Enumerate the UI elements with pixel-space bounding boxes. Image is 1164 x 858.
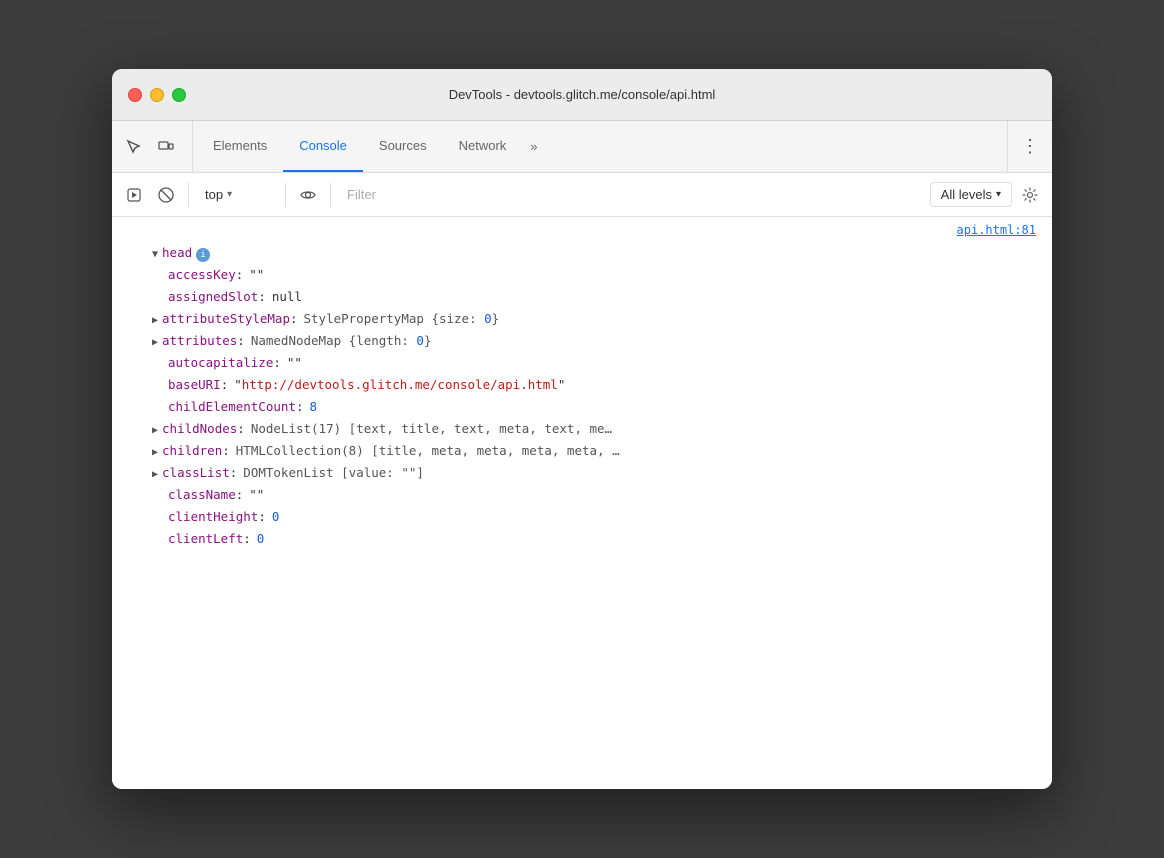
tabbar: Elements Console Sources Network » ⋮ — [112, 121, 1052, 173]
toolbar-separator-1 — [188, 183, 189, 207]
devtools-menu-button[interactable]: ⋮ — [1016, 133, 1044, 161]
file-reference[interactable]: api.html:81 — [112, 217, 1052, 242]
minimize-button[interactable] — [150, 88, 164, 102]
context-selector[interactable]: top ▾ — [197, 183, 277, 206]
filter-input[interactable] — [339, 183, 926, 206]
console-content: api.html:81 head i accessKey : "" assign… — [112, 217, 1052, 789]
attributes-expand[interactable] — [152, 335, 158, 351]
toolbar-separator-3 — [330, 183, 331, 207]
head-expand-arrow[interactable] — [152, 247, 158, 263]
head-label: head — [162, 243, 192, 263]
prop-clientLeft: clientLeft : 0 — [112, 528, 1052, 550]
prop-childNodes[interactable]: childNodes : NodeList(17) [text, title, … — [112, 418, 1052, 440]
prop-className: className : "" — [112, 484, 1052, 506]
prop-autocapitalize: autocapitalize : "" — [112, 352, 1052, 374]
children-expand[interactable] — [152, 445, 158, 461]
clear-console-button[interactable] — [152, 181, 180, 209]
prop-accessKey: accessKey : "" — [112, 264, 1052, 286]
tab-right-controls: ⋮ — [1007, 121, 1044, 172]
live-expressions-button[interactable] — [294, 181, 322, 209]
classList-expand[interactable] — [152, 467, 158, 483]
tab-more-button[interactable]: » — [522, 121, 545, 172]
console-toolbar: top ▾ All levels ▾ — [112, 173, 1052, 217]
prop-baseURI: baseURI : "http://devtools.glitch.me/con… — [112, 374, 1052, 396]
tab-console[interactable]: Console — [283, 121, 363, 172]
toolbar-separator-2 — [285, 183, 286, 207]
context-selector-arrow: ▾ — [227, 189, 232, 200]
maximize-button[interactable] — [172, 88, 186, 102]
tab-elements[interactable]: Elements — [197, 121, 283, 172]
prop-children[interactable]: children : HTMLCollection(8) [title, met… — [112, 440, 1052, 462]
prop-attributeStyleMap[interactable]: attributeStyleMap : StylePropertyMap {si… — [112, 308, 1052, 330]
inspect-element-button[interactable] — [120, 133, 148, 161]
traffic-lights — [128, 88, 186, 102]
prop-assignedSlot: assignedSlot : null — [112, 286, 1052, 308]
console-settings-button[interactable] — [1016, 181, 1044, 209]
devtools-window: DevTools - devtools.glitch.me/console/ap… — [112, 69, 1052, 789]
execute-context-button[interactable] — [120, 181, 148, 209]
window-title: DevTools - devtools.glitch.me/console/ap… — [449, 87, 716, 102]
head-object-line[interactable]: head i — [112, 242, 1052, 264]
childNodes-expand[interactable] — [152, 423, 158, 439]
head-info-badge[interactable]: i — [196, 248, 210, 262]
prop-classList[interactable]: classList : DOMTokenList [value: ""] — [112, 462, 1052, 484]
close-button[interactable] — [128, 88, 142, 102]
device-toolbar-button[interactable] — [152, 133, 180, 161]
attributeStyleMap-expand[interactable] — [152, 313, 158, 329]
tab-network[interactable]: Network — [443, 121, 523, 172]
titlebar: DevTools - devtools.glitch.me/console/ap… — [112, 69, 1052, 121]
prop-childElementCount: childElementCount : 8 — [112, 396, 1052, 418]
prop-attributes[interactable]: attributes : NamedNodeMap {length: 0 } — [112, 330, 1052, 352]
tabs: Elements Console Sources Network » — [197, 121, 1007, 172]
log-levels-button[interactable]: All levels ▾ — [930, 182, 1012, 207]
prop-clientHeight: clientHeight : 0 — [112, 506, 1052, 528]
tab-left-controls — [120, 121, 193, 172]
tab-sources[interactable]: Sources — [363, 121, 443, 172]
